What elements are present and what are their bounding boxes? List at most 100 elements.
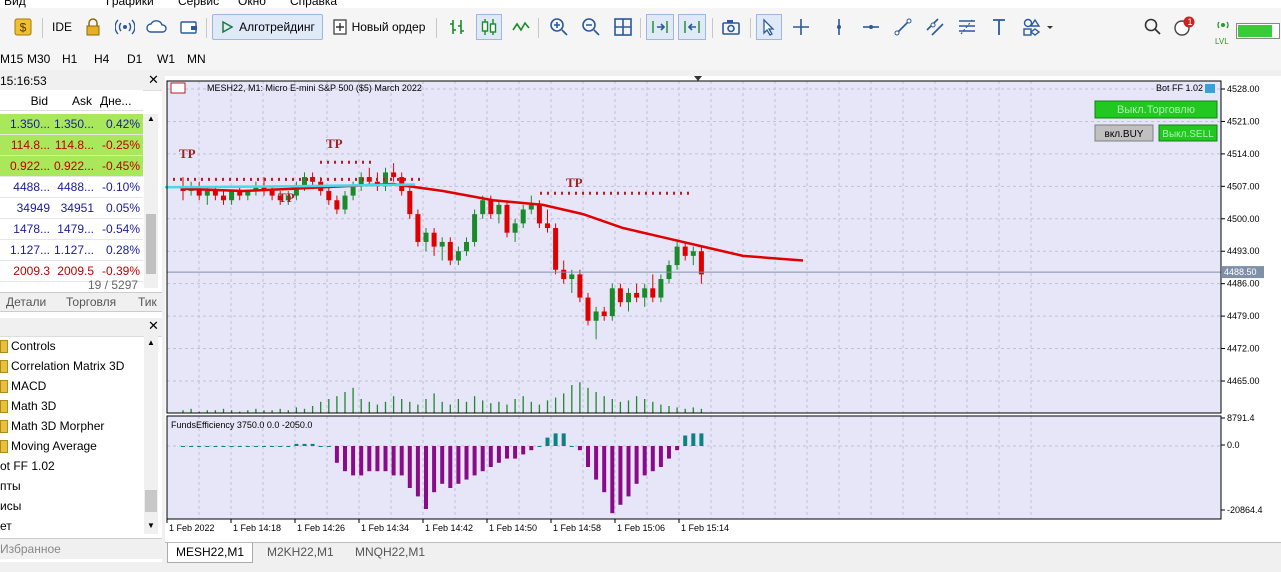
channel-icon[interactable] <box>922 14 948 40</box>
line-chart-icon[interactable] <box>508 14 534 40</box>
time-tick-label: 1 Feb 14:18 <box>233 523 281 533</box>
price-tick-label: 4479.00 <box>1227 311 1260 321</box>
indicator-label: FundsEfficiency 3750.0 0.0 -2050.0 <box>171 420 312 430</box>
navigator-item[interactable]: Math 3D Morpher <box>0 416 143 436</box>
candle-body <box>528 204 534 210</box>
bar-chart-icon[interactable] <box>444 14 470 40</box>
tf-mn[interactable]: MN <box>187 52 206 66</box>
indicator-bar <box>407 446 412 488</box>
chart-tab-m2kh22[interactable]: M2KH22,M1 <box>259 543 342 562</box>
cursor-icon[interactable] <box>756 14 782 40</box>
navigator-item[interactable]: Correlation Matrix 3D <box>0 356 143 376</box>
tab-details[interactable]: Детали <box>6 295 46 309</box>
chart-title: MESH22, M1: Micro E-mini S&P 500 ($5) Ma… <box>207 83 422 93</box>
column-daily-change[interactable]: Дне... <box>100 94 142 108</box>
navigator-item[interactable]: Controls <box>0 336 143 356</box>
market-watch-row[interactable]: 34949 34951 0.05% <box>0 198 143 219</box>
indicator-bar <box>634 446 639 484</box>
tf-d1[interactable]: D1 <box>127 52 142 66</box>
favorites-tab[interactable]: Избранное <box>0 538 162 559</box>
market-watch-row[interactable]: 0.922... 0.922... -0.45% <box>0 156 143 177</box>
candle-body <box>577 274 583 298</box>
horizontal-line-icon[interactable] <box>858 14 884 40</box>
indicator-bar <box>286 446 291 447</box>
screenshot-icon[interactable] <box>718 14 744 40</box>
market-watch-row[interactable]: 1478... 1479... -0.54% <box>0 219 143 240</box>
chart-tab-mnqh22[interactable]: MNQH22,M1 <box>347 543 433 562</box>
candlestick-icon[interactable] <box>476 14 502 40</box>
trendline-icon[interactable] <box>890 14 916 40</box>
toggle-trading-label: Выкл.Торговлю <box>1117 104 1195 116</box>
navigator-group[interactable]: ет <box>0 516 143 536</box>
ide-button[interactable]: IDE <box>48 14 76 40</box>
scroll-up-icon[interactable]: ▲ <box>144 114 158 126</box>
quote-bid: 4488... <box>13 180 50 194</box>
market-watch-header: 15:16:53 ✕ <box>0 72 162 91</box>
indicator-bar <box>545 437 550 446</box>
nav-scroll-up-icon[interactable]: ▲ <box>144 338 158 350</box>
scroll-thumb[interactable] <box>146 214 156 274</box>
indicator-bar <box>626 446 631 497</box>
column-ask[interactable]: Ask <box>52 94 92 108</box>
navigator-group[interactable]: пты <box>0 476 143 496</box>
candle-body <box>464 241 469 252</box>
indicator-bar <box>537 446 542 447</box>
candle-body <box>269 190 275 196</box>
navigator-item[interactable]: Moving Average <box>0 436 143 456</box>
indicator-bar <box>488 446 493 467</box>
tf-m15[interactable]: M15 <box>0 52 23 66</box>
quote-change: 0.42% <box>105 117 140 131</box>
price-chart[interactable]: 4528.00 4521.00 4514.00 4507.00 4500.00 4493.… <box>165 76 1281 542</box>
market-watch-row[interactable]: 1.350... 1.350... 0.42% <box>0 114 143 135</box>
market-watch-row[interactable]: 114.8... 114.8... -0.25% <box>0 135 143 156</box>
algo-trading-button[interactable]: Алготрейдинг <box>212 14 323 40</box>
shapes-dropdown-icon[interactable] <box>1018 14 1058 40</box>
fibonacci-icon[interactable] <box>954 14 980 40</box>
text-tool-icon[interactable] <box>986 14 1012 40</box>
tf-w1[interactable]: W1 <box>157 52 175 66</box>
search-icon[interactable] <box>1140 14 1166 40</box>
navigator-item[interactable]: MACD <box>0 376 143 396</box>
tab-ticks[interactable]: Тик <box>138 295 157 309</box>
price-tick-label: 4486.00 <box>1227 279 1260 289</box>
new-order-button[interactable]: Новый ордер <box>328 14 430 40</box>
menu-window[interactable]: Окно <box>238 0 266 8</box>
close-icon[interactable]: ✕ <box>148 72 159 88</box>
tab-trading[interactable]: Торговля <box>66 295 116 309</box>
market-watch-scrollbar[interactable]: ▲ <box>144 114 158 288</box>
navigator-group-label: пты <box>0 479 21 493</box>
menu-tools[interactable]: Сервис <box>178 0 219 8</box>
tf-h4[interactable]: H4 <box>94 52 109 66</box>
auto-scroll-icon[interactable] <box>646 14 674 40</box>
chart-shift-icon[interactable] <box>678 14 706 40</box>
navigator-group-label: исы <box>0 499 22 513</box>
column-bid[interactable]: Bid <box>0 94 48 108</box>
menu-view[interactable]: Вид <box>4 0 26 8</box>
radio-signal-icon[interactable] <box>112 14 138 40</box>
indicator-bar <box>658 446 663 467</box>
lock-icon[interactable] <box>80 14 106 40</box>
candle-body <box>520 209 526 224</box>
wallet-icon[interactable] <box>176 14 202 40</box>
tf-h1[interactable]: H1 <box>62 52 77 66</box>
market-watch-row[interactable]: 1.127... 1.127... 0.28% <box>0 240 143 261</box>
cloud-icon[interactable] <box>144 14 170 40</box>
zoom-out-icon[interactable] <box>578 14 604 40</box>
zoom-in-icon[interactable] <box>546 14 572 40</box>
tf-m30[interactable]: M30 <box>27 52 50 66</box>
tile-windows-icon[interactable] <box>610 14 636 40</box>
nav-scroll-thumb[interactable] <box>145 490 157 512</box>
nav-scroll-down-icon[interactable]: ▼ <box>144 521 158 533</box>
market-watch-row[interactable]: 4488... 4488... -0.10% <box>0 177 143 198</box>
crosshair-icon[interactable] <box>788 14 814 40</box>
menu-charts[interactable]: Графики <box>106 0 154 8</box>
vertical-line-icon[interactable] <box>826 14 852 40</box>
navigator-group[interactable]: ot FF 1.02 <box>0 456 143 476</box>
menu-help[interactable]: Справка <box>290 0 337 8</box>
chart-tab-mesh22[interactable]: MESH22,M1 <box>167 543 254 563</box>
navigator-group[interactable]: исы <box>0 496 143 516</box>
navigator-item[interactable]: Math 3D <box>0 396 143 416</box>
navigator-close-icon[interactable]: ✕ <box>148 318 159 334</box>
dollar-icon[interactable]: $ <box>10 14 36 40</box>
navigator-scrollbar[interactable]: ▲ ▼ <box>144 336 158 534</box>
